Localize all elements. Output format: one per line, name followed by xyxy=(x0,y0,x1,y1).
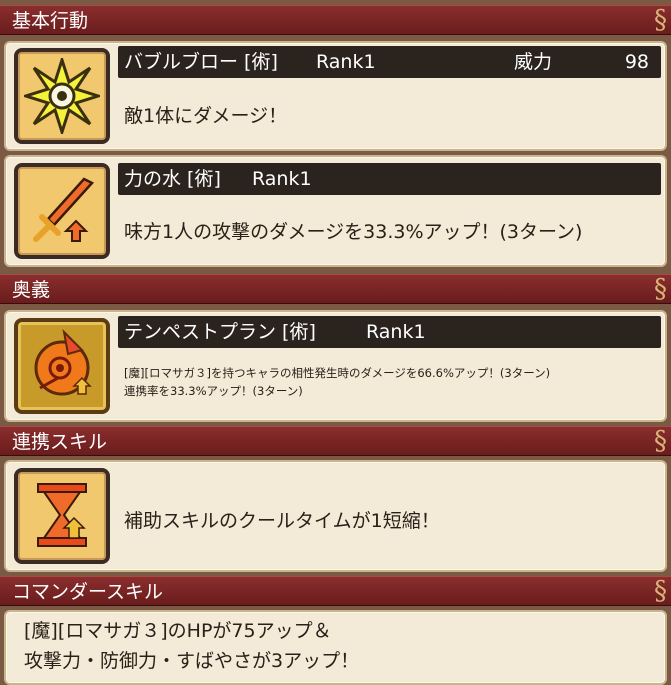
skill-description: 味方1人の攻撃のダメージを33.3%アップ！(3ターン) xyxy=(124,221,583,243)
skill-name: バブルブロー [術] xyxy=(124,51,278,73)
skill-card-power-water[interactable]: 力の水 [術] Rank1 味方1人の攻撃のダメージを33.3%アップ！(3ター… xyxy=(4,155,667,267)
ornament-curl-icon: § xyxy=(654,576,667,606)
sword-up-icon xyxy=(14,163,110,259)
skill-description: 補助スキルのクールタイムが1短縮！ xyxy=(124,510,440,532)
skill-description-line2: 連携率を33.3%アップ！(3ターン) xyxy=(124,384,303,398)
skill-description-line1: [魔][ロマサガ３]を持つキャラの相性発生時のダメージを66.6%アップ！(3タ… xyxy=(124,366,551,380)
ornament-curl-icon: § xyxy=(654,5,667,35)
commander-skill-card[interactable]: [魔][ロマサガ３]のHPが75アップ＆ 攻撃力・防御力・すばやさが3アップ！ xyxy=(4,610,667,685)
ornament-curl-icon: § xyxy=(654,274,667,304)
tempest-emblem-icon xyxy=(14,318,110,414)
skill-rank: Rank1 xyxy=(252,168,312,190)
section-header-basic: 基本行動 § xyxy=(0,5,671,35)
section-header-commander: コマンダースキル § xyxy=(0,576,671,606)
section-title: 基本行動 xyxy=(12,10,89,32)
skill-rank: Rank1 xyxy=(316,51,376,73)
renkei-skill-card[interactable]: 補助スキルのクールタイムが1短縮！ xyxy=(4,460,667,572)
commander-desc-line2: 攻撃力・防御力・すばやさが3アップ！ xyxy=(24,650,360,672)
section-header-renkei: 連携スキル § xyxy=(0,426,671,456)
skill-name-bar: テンペストプラン [術] Rank1 xyxy=(118,316,661,348)
skill-rank: Rank1 xyxy=(366,321,426,343)
hourglass-up-icon xyxy=(14,468,110,564)
skill-name-bar: 力の水 [術] Rank1 xyxy=(118,163,661,195)
section-title: 奥義 xyxy=(12,279,51,301)
skill-name: 力の水 [術] xyxy=(124,168,221,190)
ornament-curl-icon: § xyxy=(654,426,667,456)
ougi-card-tempest-plan[interactable]: テンペストプラン [術] Rank1 [魔][ロマサガ３]を持つキャラの相性発生… xyxy=(4,310,667,422)
skill-card-bubble-blow[interactable]: バブルブロー [術] Rank1 威力 98 敵1体にダメージ！ xyxy=(4,41,667,151)
section-title: コマンダースキル xyxy=(12,581,164,603)
skill-name-bar: バブルブロー [術] Rank1 威力 98 xyxy=(118,46,661,78)
skill-description: 敵1体にダメージ！ xyxy=(124,105,288,127)
power-label: 威力 xyxy=(514,51,553,73)
commander-desc-line1: [魔][ロマサガ３]のHPが75アップ＆ xyxy=(24,620,332,642)
burst-star-icon xyxy=(14,48,110,144)
skill-name: テンペストプラン [術] xyxy=(124,321,316,343)
section-header-ougi: 奥義 § xyxy=(0,274,671,304)
section-title: 連携スキル xyxy=(12,431,108,453)
power-value: 98 xyxy=(624,51,649,73)
